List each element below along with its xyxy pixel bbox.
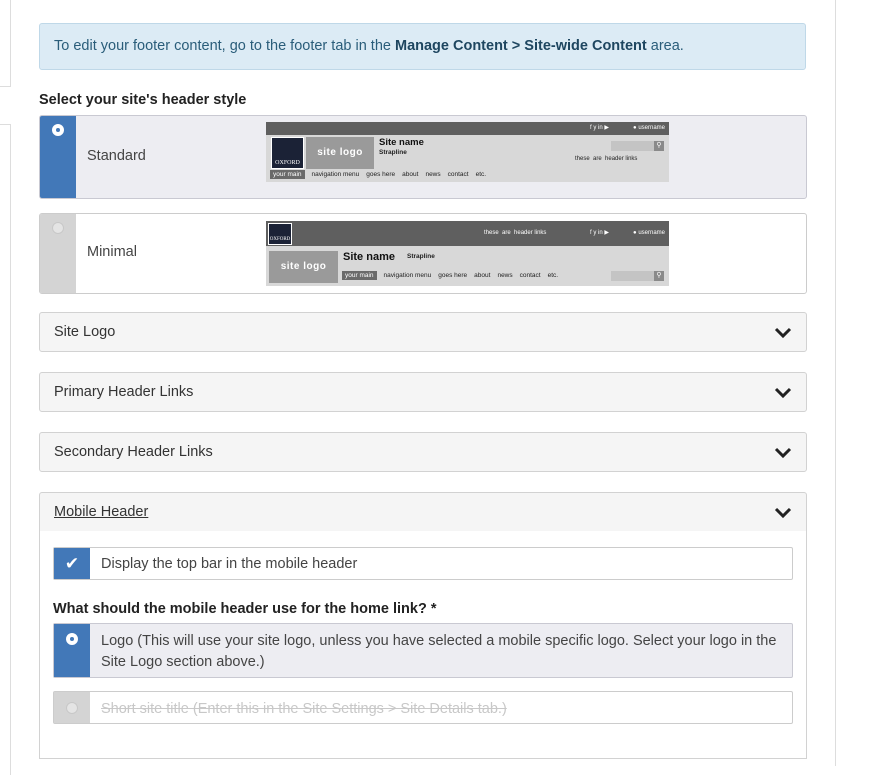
radio-selected-icon[interactable] xyxy=(52,124,64,136)
preview-header-link: these xyxy=(575,156,590,162)
header-style-standard-option[interactable]: Standard f y in ▶ ● username OXFORD site… xyxy=(39,115,807,199)
home-link-logo-option[interactable]: Logo (This will use your site logo, unle… xyxy=(53,623,793,678)
preview-header-links: these are header links xyxy=(575,156,637,162)
radio-bar[interactable] xyxy=(54,624,90,677)
header-style-standard-label: Standard xyxy=(87,148,146,164)
chevron-down-icon[interactable] xyxy=(774,385,792,399)
preview-top-bar: OXFORD these are header links f y in ▶ ●… xyxy=(266,221,669,246)
preview-nav-item: etc. xyxy=(547,272,559,279)
accordion-mobile-header[interactable]: Mobile Header xyxy=(39,492,807,532)
preview-nav-item: your main xyxy=(270,170,305,179)
preview-site-name: Site name xyxy=(343,251,395,263)
home-link-logo-label: Logo (This will use your site logo, unle… xyxy=(101,633,777,670)
preview-header-link: header links xyxy=(605,156,638,162)
chevron-down-icon[interactable] xyxy=(774,445,792,459)
home-link-short-title-option: Short site title (Enter this in the Site… xyxy=(53,691,793,724)
preview-header-link: these xyxy=(484,230,499,236)
preview-nav-item: about xyxy=(474,272,491,279)
radio-bar[interactable] xyxy=(40,214,76,293)
accordion-secondary-header-links[interactable]: Secondary Header Links xyxy=(39,432,807,472)
left-panel-edge-top xyxy=(0,0,11,87)
preview-username: ● username xyxy=(633,230,665,236)
chevron-down-icon[interactable] xyxy=(774,325,792,339)
preview-nav-item: contact xyxy=(447,171,469,178)
header-style-minimal-option[interactable]: Minimal OXFORD these are header links f … xyxy=(39,213,807,294)
accordion-title: Primary Header Links xyxy=(54,384,194,400)
radio-unselected-icon[interactable] xyxy=(52,222,64,234)
accordion-primary-header-links[interactable]: Primary Header Links xyxy=(39,372,807,412)
minimal-header-preview: OXFORD these are header links f y in ▶ ●… xyxy=(266,221,669,286)
preview-nav-item: goes here xyxy=(438,272,468,279)
preview-search-box: ⚲ xyxy=(611,141,664,151)
accordion-title[interactable]: Mobile Header xyxy=(54,504,148,520)
preview-social-icons: f y in ▶ xyxy=(590,125,609,131)
radio-bar xyxy=(54,692,90,723)
preview-strapline: Strapline xyxy=(379,149,407,156)
oxford-logo-icon: OXFORD xyxy=(268,223,292,245)
checkbox-checked-icon[interactable]: ✔ xyxy=(54,548,90,579)
info-text-suffix: area. xyxy=(646,38,684,54)
preview-nav-item: your main xyxy=(342,271,377,280)
radio-selected-icon[interactable] xyxy=(66,633,78,645)
preview-search-box: ⚲ xyxy=(611,271,664,281)
search-icon: ⚲ xyxy=(654,271,664,281)
preview-username-text: username xyxy=(638,230,665,236)
preview-nav-item: navigation menu xyxy=(383,272,432,279)
preview-site-name: Site name xyxy=(379,137,424,148)
preview-nav-item: navigation menu xyxy=(311,171,360,178)
preview-header-link: are xyxy=(502,230,511,236)
home-link-short-title-label: Short site title (Enter this in the Site… xyxy=(101,701,507,717)
preview-nav-item: about xyxy=(402,171,419,178)
right-panel-edge xyxy=(835,0,836,766)
standard-header-preview: f y in ▶ ● username OXFORD site logo Sit… xyxy=(266,122,669,182)
top-bar-checkbox-label: Display the top bar in the mobile header xyxy=(101,556,358,572)
oxford-logo-label: OXFORD xyxy=(269,237,291,242)
preview-header-links: these are header links xyxy=(484,230,546,236)
header-style-label: Select your site's header style xyxy=(39,92,247,108)
top-bar-checkbox-row[interactable]: ✔ Display the top bar in the mobile head… xyxy=(53,547,793,580)
header-style-minimal-label: Minimal xyxy=(87,244,137,260)
preview-site-logo: site logo xyxy=(306,137,374,169)
preview-nav-item: news xyxy=(425,171,441,178)
accordion-title: Site Logo xyxy=(54,324,116,340)
chevron-down-icon[interactable] xyxy=(774,505,792,519)
preview-social-icons: f y in ▶ xyxy=(590,230,609,236)
preview-site-logo: site logo xyxy=(269,251,338,283)
info-text-bold: Manage Content > Site-wide Content xyxy=(394,38,647,54)
preview-strapline: Strapline xyxy=(407,253,435,260)
radio-disabled-icon xyxy=(66,702,78,714)
accordion-title: Secondary Header Links xyxy=(54,444,213,460)
footer-info-alert: To edit your footer content, go to the f… xyxy=(39,23,806,70)
preview-nav-item: contact xyxy=(519,272,541,279)
search-icon: ⚲ xyxy=(654,141,664,151)
accordion-site-logo[interactable]: Site Logo xyxy=(39,312,807,352)
radio-bar[interactable] xyxy=(40,116,76,198)
info-text-prefix: To edit your footer content, go to the f… xyxy=(54,38,395,54)
preview-nav-menu: your main navigation menu goes here about ne… xyxy=(342,271,565,280)
preview-username-text: username xyxy=(638,125,665,131)
oxford-logo-label: OXFORD xyxy=(275,160,300,166)
oxford-logo-icon: OXFORD xyxy=(271,137,304,169)
preview-header-link: header links xyxy=(514,230,547,236)
preview-nav-item: news xyxy=(497,272,513,279)
home-link-label: What should the mobile header use for th… xyxy=(53,601,437,617)
preview-username: ● username xyxy=(633,125,665,131)
preview-nav-menu: your main navigation menu goes here about ne… xyxy=(270,170,493,179)
preview-header-link: are xyxy=(593,156,602,162)
preview-top-bar: f y in ▶ ● username xyxy=(266,122,669,135)
left-panel-edge-bottom xyxy=(0,124,11,775)
preview-nav-item: goes here xyxy=(366,171,396,178)
preview-nav-item: etc. xyxy=(475,171,487,178)
